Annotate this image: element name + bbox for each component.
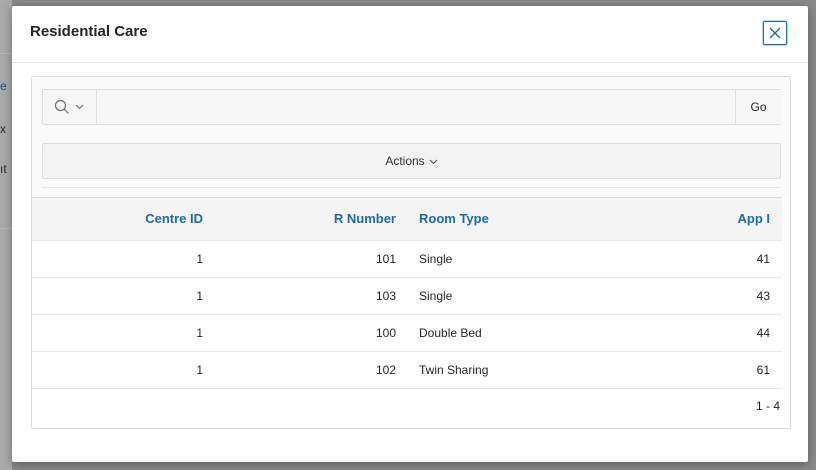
- residential-care-dialog: Residential Care Go Actions Centre ID R …: [12, 6, 808, 462]
- chevron-down-icon: [429, 159, 438, 165]
- background-text-fragment: x: [0, 122, 6, 136]
- table-row: 1 101 Single 41: [32, 241, 782, 278]
- close-icon: [769, 27, 781, 39]
- column-header-app[interactable]: App I: [644, 198, 771, 240]
- report-table: Centre ID R Number Room Type App I 1 101…: [32, 197, 782, 389]
- cell-centre-id: 1: [196, 289, 203, 303]
- pagination-range: 1 - 4: [755, 399, 780, 413]
- background-divider: [0, 228, 12, 229]
- cell-app: 61: [756, 363, 770, 377]
- actions-menu-button[interactable]: Actions: [42, 143, 781, 179]
- table-row: 1 102 Twin Sharing 61: [32, 352, 782, 389]
- search-icon: [54, 99, 69, 114]
- dialog-title: Residential Care: [30, 23, 148, 40]
- go-button[interactable]: Go: [735, 90, 781, 124]
- actions-label: Actions: [385, 154, 425, 168]
- table-row: 1 100 Double Bed 44: [32, 315, 782, 352]
- table-row: 1 103 Single 43: [32, 278, 782, 315]
- toolbar-divider: [42, 187, 779, 188]
- background-divider: [0, 53, 12, 54]
- cell-r-number: 102: [375, 363, 396, 377]
- column-header-centre-id[interactable]: Centre ID: [32, 198, 203, 240]
- dialog-header: Residential Care: [12, 6, 808, 63]
- cell-centre-id: 1: [196, 326, 203, 340]
- cell-app: 44: [756, 326, 770, 340]
- cell-app: 41: [756, 252, 770, 266]
- search-columns-button[interactable]: [43, 90, 97, 124]
- cell-r-number: 103: [375, 289, 396, 303]
- cell-centre-id: 1: [196, 363, 203, 377]
- horizontal-scroll-area[interactable]: [782, 197, 790, 383]
- table-header: Centre ID R Number Room Type App I: [32, 198, 782, 241]
- column-header-r-number[interactable]: R Number: [215, 198, 396, 240]
- background-link-fragment: e: [0, 79, 7, 93]
- search-bar: Go: [42, 89, 781, 125]
- background-strip: [0, 0, 12, 470]
- column-header-room-type[interactable]: Room Type: [419, 198, 639, 240]
- background-text-fragment: ıt: [0, 162, 7, 176]
- cell-room-type: Single: [419, 289, 453, 303]
- interactive-report-region: Go Actions Centre ID R Number Room Type …: [31, 76, 791, 429]
- cell-room-type: Double Bed: [419, 326, 482, 340]
- cell-r-number: 101: [375, 252, 396, 266]
- close-button[interactable]: [763, 21, 787, 45]
- chevron-down-icon: [75, 104, 84, 110]
- cell-r-number: 100: [375, 326, 396, 340]
- cell-room-type: Single: [419, 252, 453, 266]
- cell-room-type: Twin Sharing: [419, 363, 489, 377]
- search-input[interactable]: [98, 90, 732, 124]
- cell-app: 43: [756, 289, 770, 303]
- cell-centre-id: 1: [196, 252, 203, 266]
